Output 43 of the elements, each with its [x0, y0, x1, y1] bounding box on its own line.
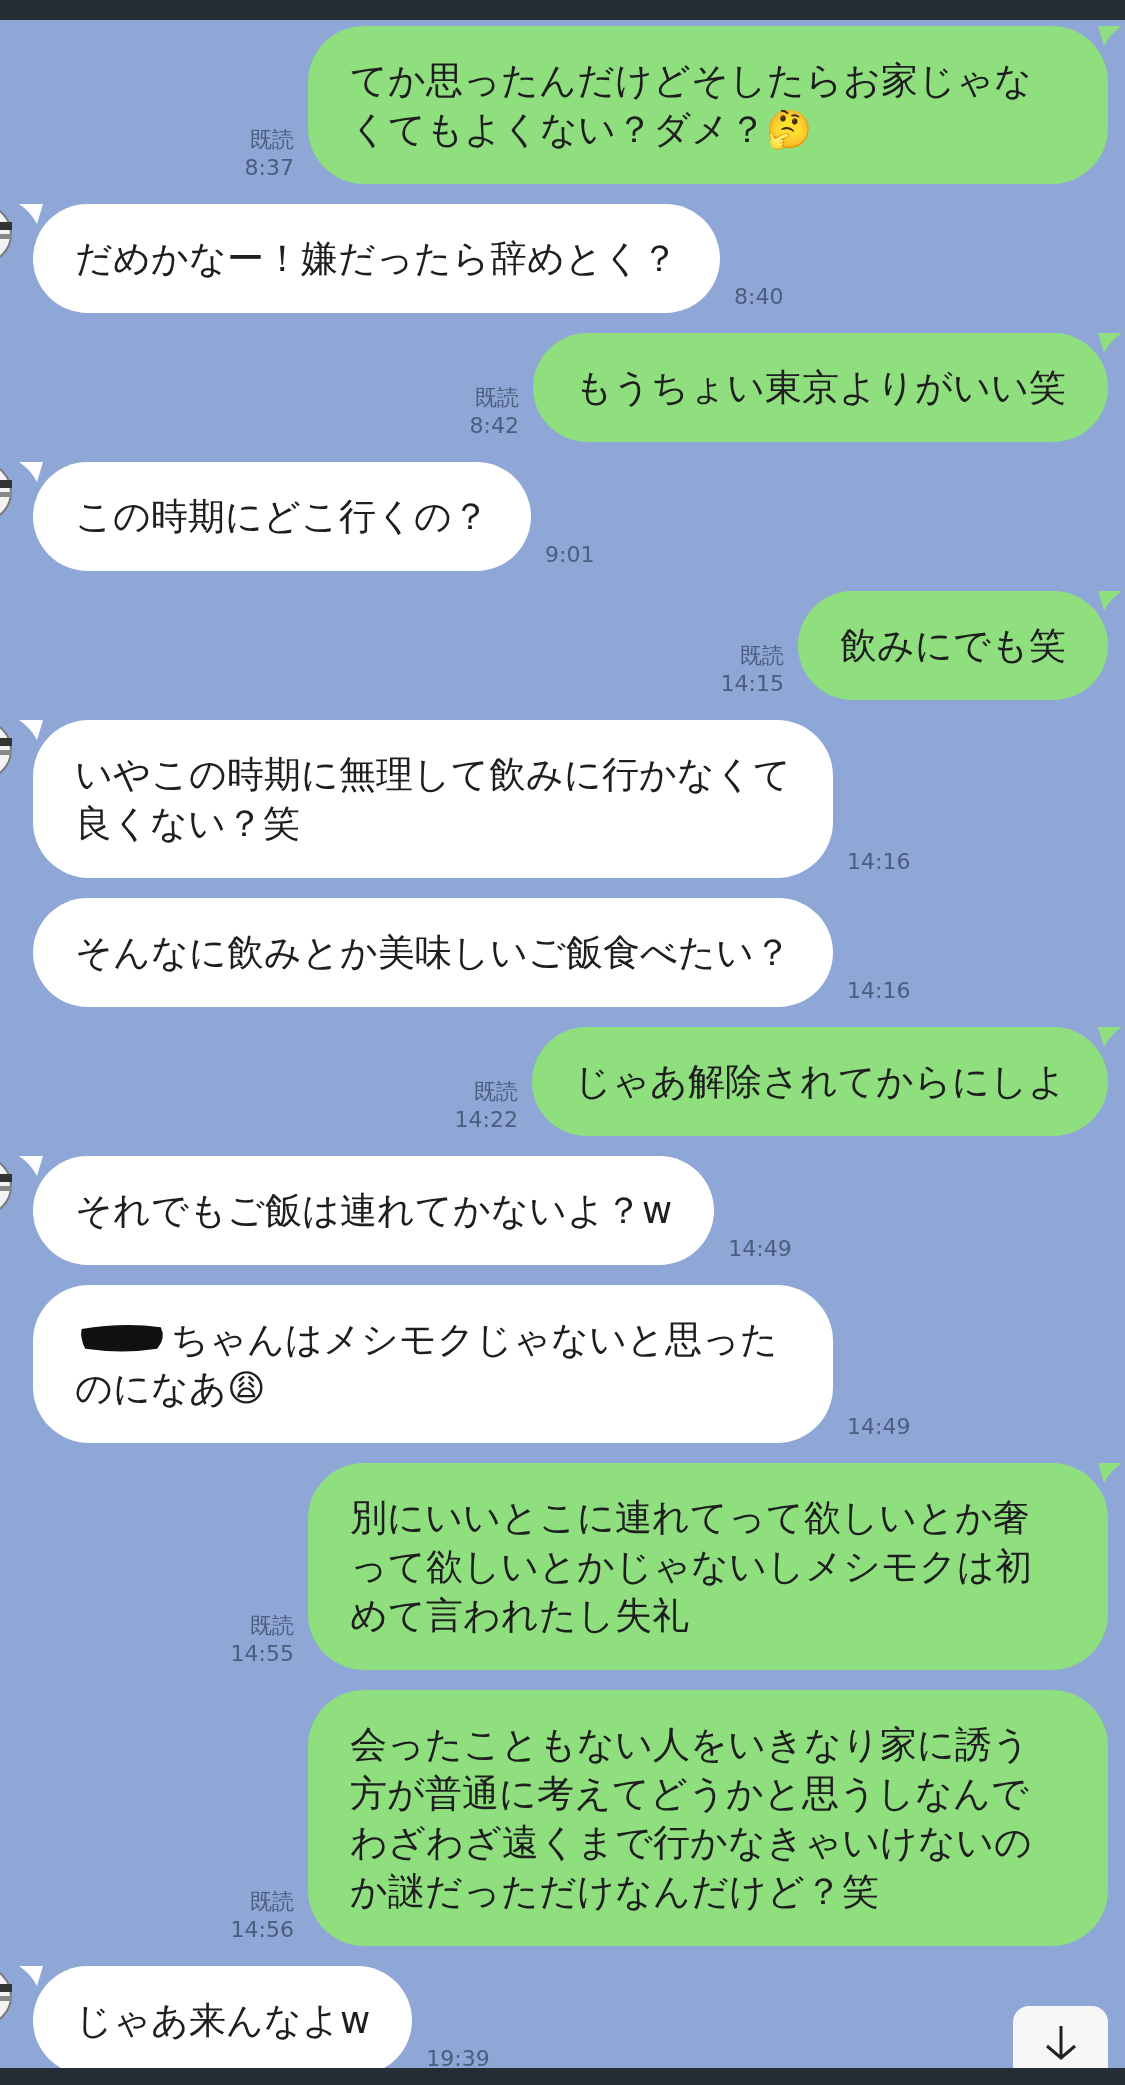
- message-time: 14:15: [720, 670, 784, 698]
- message-text: 会ったこともない人をいきなり家に誘う方が普通に考えてどうかと思うしなんでわざわざ遠くまで行かなきゃいけないのか謎だっただけなんだけど？笑: [350, 1723, 1032, 1913]
- read-receipt: 既読: [475, 384, 519, 412]
- message-time: 14:55: [230, 1640, 294, 1668]
- message-time: 14:22: [454, 1106, 518, 1134]
- message-time: 14:16: [847, 848, 911, 876]
- read-receipt: 既読: [250, 126, 294, 154]
- message-time: 14:16: [847, 977, 911, 1005]
- message-time: 8:37: [244, 154, 294, 182]
- message-time: 19:39: [426, 2045, 490, 2068]
- bubble-tail: [19, 1156, 43, 1176]
- read-receipt: 既読: [250, 1612, 294, 1640]
- message-time: 8:40: [734, 283, 784, 311]
- message-text: ちゃんはメシモクじゃないと思ったのになあ😩: [75, 1318, 778, 1410]
- message-text: 飲みにでも笑: [840, 624, 1066, 667]
- message-time: 14:49: [847, 1413, 911, 1441]
- message-text: じゃあ解除されてからにしよ: [574, 1060, 1066, 1103]
- message-text: てか思ったんだけどそしたらお家じゃなくてもよくない？ダメ？🤔: [350, 59, 1032, 151]
- message-text: それでもご飯は連れてかないよ？w: [75, 1189, 673, 1232]
- message-time: 14:49: [728, 1235, 792, 1263]
- message-text: この時期にどこ行くの？: [75, 495, 489, 538]
- read-receipt: 既読: [474, 1078, 518, 1106]
- message-text: じゃあ来んなよw: [75, 1999, 371, 2042]
- bubble-tail: [19, 462, 43, 482]
- bubble-tail: [1098, 1027, 1122, 1047]
- read-receipt: 既読: [740, 642, 784, 670]
- bubble-tail: [19, 1966, 43, 1986]
- message-text: そんなに飲みとか美味しいご飯食べたい？: [75, 931, 791, 974]
- message-time: 8:42: [469, 412, 519, 440]
- message-text: 別にいいとこに連れてって欲しいとか奢って欲しいとかじゃないしメシモクは初めて言われたし失礼: [350, 1496, 1032, 1637]
- read-receipt: 既読: [250, 1888, 294, 1916]
- message-time: 9:01: [545, 541, 595, 569]
- bubble-tail: [19, 204, 43, 224]
- bubble-tail: [1098, 333, 1122, 353]
- message-text: だめかなー！嫌だったら辞めとく？: [75, 237, 678, 280]
- scroll-down-button[interactable]: [1013, 2006, 1108, 2068]
- bubble-tail: [19, 720, 43, 740]
- bubble-tail: [1098, 591, 1122, 611]
- bubble-tail: [1098, 1463, 1122, 1483]
- message-time: 14:56: [230, 1916, 294, 1944]
- message-text: いやこの時期に無理して飲みに行かなくて良くない？笑: [75, 753, 791, 845]
- bubble-tail: [1098, 26, 1122, 46]
- message-text: もうちょい東京よりがいい笑: [575, 366, 1066, 409]
